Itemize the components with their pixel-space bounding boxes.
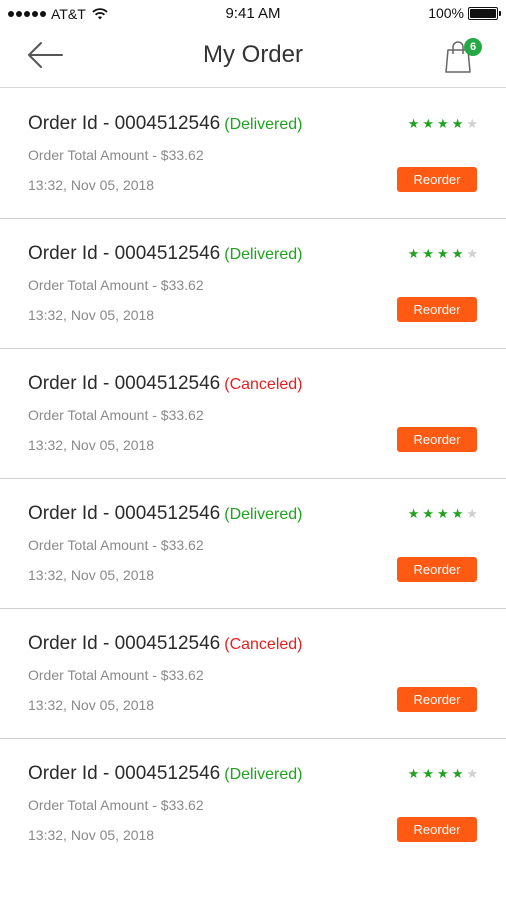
order-rating: ★ ★ ★ ★ ★ [408,507,478,520]
order-title: Order Id - 0004512546 (Delivered) [28,503,303,525]
order-rating: ★ ★ ★ ★ ★ [408,767,478,780]
cart-button[interactable]: 6 [444,38,482,74]
order-total-amount: Order Total Amount - $33.62 [28,407,204,423]
star-empty-icon: ★ [466,506,478,521]
order-date: 13:32, Nov 05, 2018 [28,437,155,453]
cart-count-badge: 6 [464,38,482,56]
order-date: 13:32, Nov 05, 2018 [28,307,155,323]
order-card: Order Id - 0004512546 (Delivered) Order T… [0,739,506,871]
star-filled-icon: ★ [407,116,420,131]
order-status: (Delivered) [224,766,303,783]
star-filled-icon: ★ [407,246,420,261]
status-bar: AT&T 9:41 AM 100% [0,0,506,28]
wifi-icon [92,8,108,20]
star-filled-icon: ★ [407,506,420,521]
order-total-amount: Order Total Amount - $33.62 [28,797,204,813]
order-status: (Canceled) [224,376,303,393]
order-date: 13:32, Nov 05, 2018 [28,827,155,843]
star-empty-icon: ★ [466,246,478,261]
reorder-button[interactable]: Reorder [397,817,477,842]
order-id: Order Id - 0004512546 [28,763,221,784]
order-total-amount: Order Total Amount - $33.62 [28,277,204,293]
order-id: Order Id - 0004512546 [28,243,221,264]
reorder-button[interactable]: Reorder [397,427,477,452]
order-title: Order Id - 0004512546 (Delivered) [28,763,303,785]
star-filled-icon: ★ [451,246,464,261]
star-filled-icon: ★ [451,116,464,131]
battery-icon [468,6,501,20]
order-title: Order Id - 0004512546 (Canceled) [28,633,303,655]
star-filled-icon: ★ [422,766,435,781]
order-date: 13:32, Nov 05, 2018 [28,177,155,193]
star-filled-icon: ★ [451,506,464,521]
order-title: Order Id - 0004512546 (Canceled) [28,373,303,395]
reorder-button[interactable]: Reorder [397,687,477,712]
page-title: My Order [202,41,303,68]
star-filled-icon: ★ [422,246,435,261]
star-filled-icon: ★ [437,506,449,521]
star-filled-icon: ★ [407,766,420,781]
star-filled-icon: ★ [437,116,449,131]
order-date: 13:32, Nov 05, 2018 [28,567,155,583]
order-card: Order Id - 0004512546 (Delivered) Order T… [0,479,506,609]
star-empty-icon: ★ [466,116,478,131]
order-status: (Delivered) [224,506,303,523]
order-list: Order Id - 0004512546 (Delivered) Order T… [0,89,506,871]
star-filled-icon: ★ [451,766,464,781]
order-total-amount: Order Total Amount - $33.62 [28,147,204,163]
signal-icon [8,11,46,17]
order-status: (Canceled) [224,636,303,653]
star-empty-icon: ★ [466,766,478,781]
order-id: Order Id - 0004512546 [28,633,221,654]
star-filled-icon: ★ [437,766,449,781]
app-header: My Order 6 [0,28,506,88]
order-title: Order Id - 0004512546 (Delivered) [28,113,303,135]
star-filled-icon: ★ [422,116,435,131]
order-id: Order Id - 0004512546 [28,113,221,134]
status-bar-left: AT&T [8,6,108,22]
reorder-button[interactable]: Reorder [397,167,477,192]
order-card: Order Id - 0004512546 (Canceled) Order To… [0,609,506,739]
order-card: Order Id - 0004512546 (Canceled) Order To… [0,349,506,479]
order-id: Order Id - 0004512546 [28,503,221,524]
order-total-amount: Order Total Amount - $33.62 [28,537,204,553]
battery-percent: 100% [428,5,464,21]
order-card: Order Id - 0004512546 (Delivered) Order T… [0,89,506,219]
order-rating: ★ ★ ★ ★ ★ [408,247,478,260]
order-total-amount: Order Total Amount - $33.62 [28,667,204,683]
star-filled-icon: ★ [422,506,435,521]
order-rating: ★ ★ ★ ★ ★ [408,117,478,130]
carrier-label: AT&T [51,6,86,22]
reorder-button[interactable]: Reorder [397,557,477,582]
order-id: Order Id - 0004512546 [28,373,221,394]
reorder-button[interactable]: Reorder [397,297,477,322]
star-filled-icon: ★ [437,246,449,261]
order-status: (Delivered) [224,116,303,133]
order-card: Order Id - 0004512546 (Delivered) Order T… [0,219,506,349]
order-status: (Delivered) [224,246,303,263]
order-date: 13:32, Nov 05, 2018 [28,697,155,713]
status-bar-right: 100% [428,5,501,21]
order-title: Order Id - 0004512546 (Delivered) [28,243,303,265]
